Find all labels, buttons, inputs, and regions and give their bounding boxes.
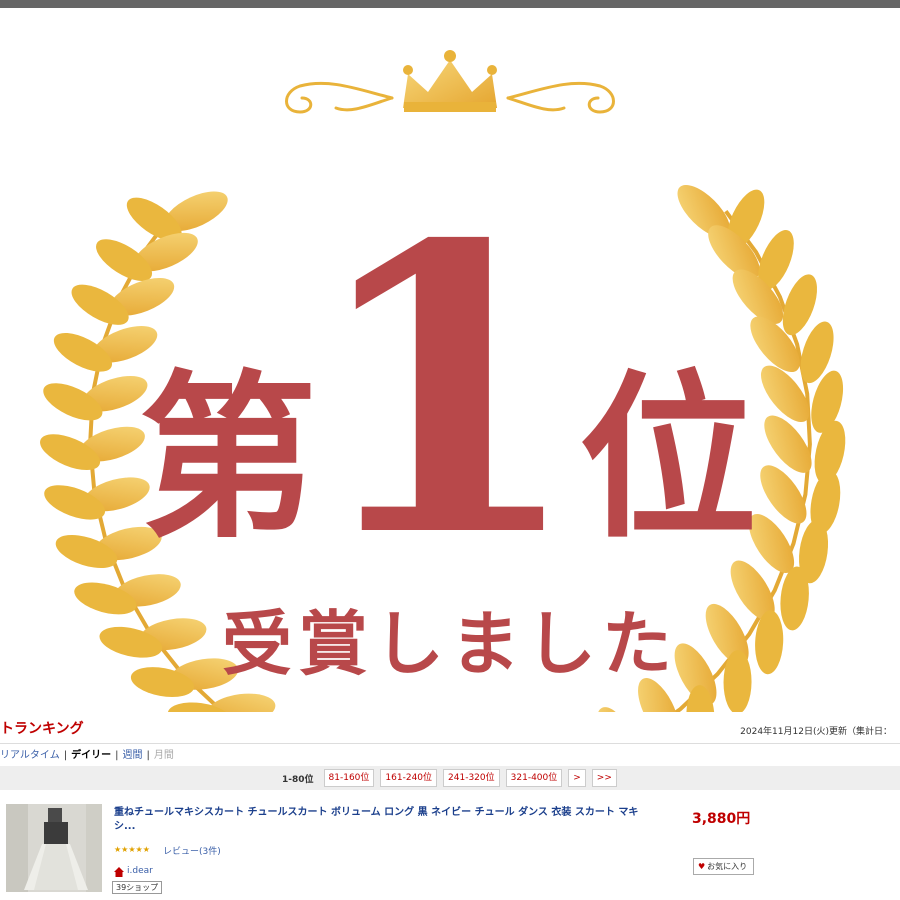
laurel-leaf	[596, 707, 637, 712]
list-item: 重ねチュールマキシスカート チュールスカート ボリューム ロング 黒 ネイビー …	[0, 796, 900, 900]
page-next-button[interactable]: >	[568, 769, 586, 787]
page-link-321-400[interactable]: 321-400位	[505, 769, 563, 787]
tab-monthly: 月間	[153, 750, 174, 761]
tab-weekly[interactable]: 週間	[122, 750, 142, 761]
tab-daily[interactable]: デイリー	[71, 750, 111, 761]
flourish-right-icon	[506, 81, 615, 114]
product-thumbnail[interactable]	[6, 804, 102, 892]
review-link[interactable]: レビュー(3件)	[163, 844, 221, 857]
laurel-leaf	[40, 434, 101, 471]
flourish-left-icon	[285, 81, 394, 114]
page-current: 1-80位	[282, 774, 314, 785]
tab-separator: |	[115, 750, 119, 761]
tab-realtime[interactable]: リアルタイム	[0, 750, 60, 761]
tab-separator: |	[63, 750, 68, 761]
shop-name-link[interactable]: i.dear	[127, 866, 153, 876]
heart-icon: ♥	[698, 862, 706, 871]
window-top-bar	[0, 0, 900, 8]
ranking-header: トランキング 2024年11月12日(火)更新（集計日：	[0, 712, 900, 744]
shop-icon	[114, 867, 124, 877]
page-link-81-160[interactable]: 81-160位	[323, 769, 375, 787]
rank-number: 1	[308, 160, 583, 624]
rank-suffix: 位	[579, 353, 757, 562]
favorite-label: お気に入り	[707, 862, 748, 871]
award-subtitle: 受賞しました	[222, 602, 678, 685]
page-link-161-240[interactable]: 161-240位	[380, 769, 438, 787]
ranking-title: トランキング	[0, 721, 84, 737]
shop-badge: 39ショップ	[112, 881, 163, 894]
pagination-bar: 1-80位 81-160位 161-240位 241-320位 321-400位…	[0, 766, 900, 790]
product-title-link[interactable]: 重ねチュールマキシスカート チュールスカート ボリューム ロング 黒 ネイビー …	[114, 806, 654, 834]
rating-stars: ★★★★★	[114, 845, 150, 854]
tab-separator: |	[146, 750, 150, 761]
product-price: 3,880円	[692, 811, 751, 827]
pagination: 1-80位 81-160位 161-240位 241-320位 321-400位…	[282, 769, 617, 787]
rank-prefix: 第	[139, 353, 317, 562]
header-divider	[0, 743, 900, 744]
period-tabs: リアルタイム | デイリー | 週間 | 月間	[0, 746, 174, 761]
page-last-button[interactable]: >>	[591, 769, 617, 787]
page-link-241-320[interactable]: 241-320位	[443, 769, 500, 787]
ranking-updated-date: 2024年11月12日(火)更新（集計日：	[740, 727, 892, 737]
crown-icon	[403, 50, 497, 112]
award-banner: 第 1 位 受賞しました	[0, 8, 900, 712]
favorite-button[interactable]: ♥ お気に入り	[693, 858, 755, 875]
